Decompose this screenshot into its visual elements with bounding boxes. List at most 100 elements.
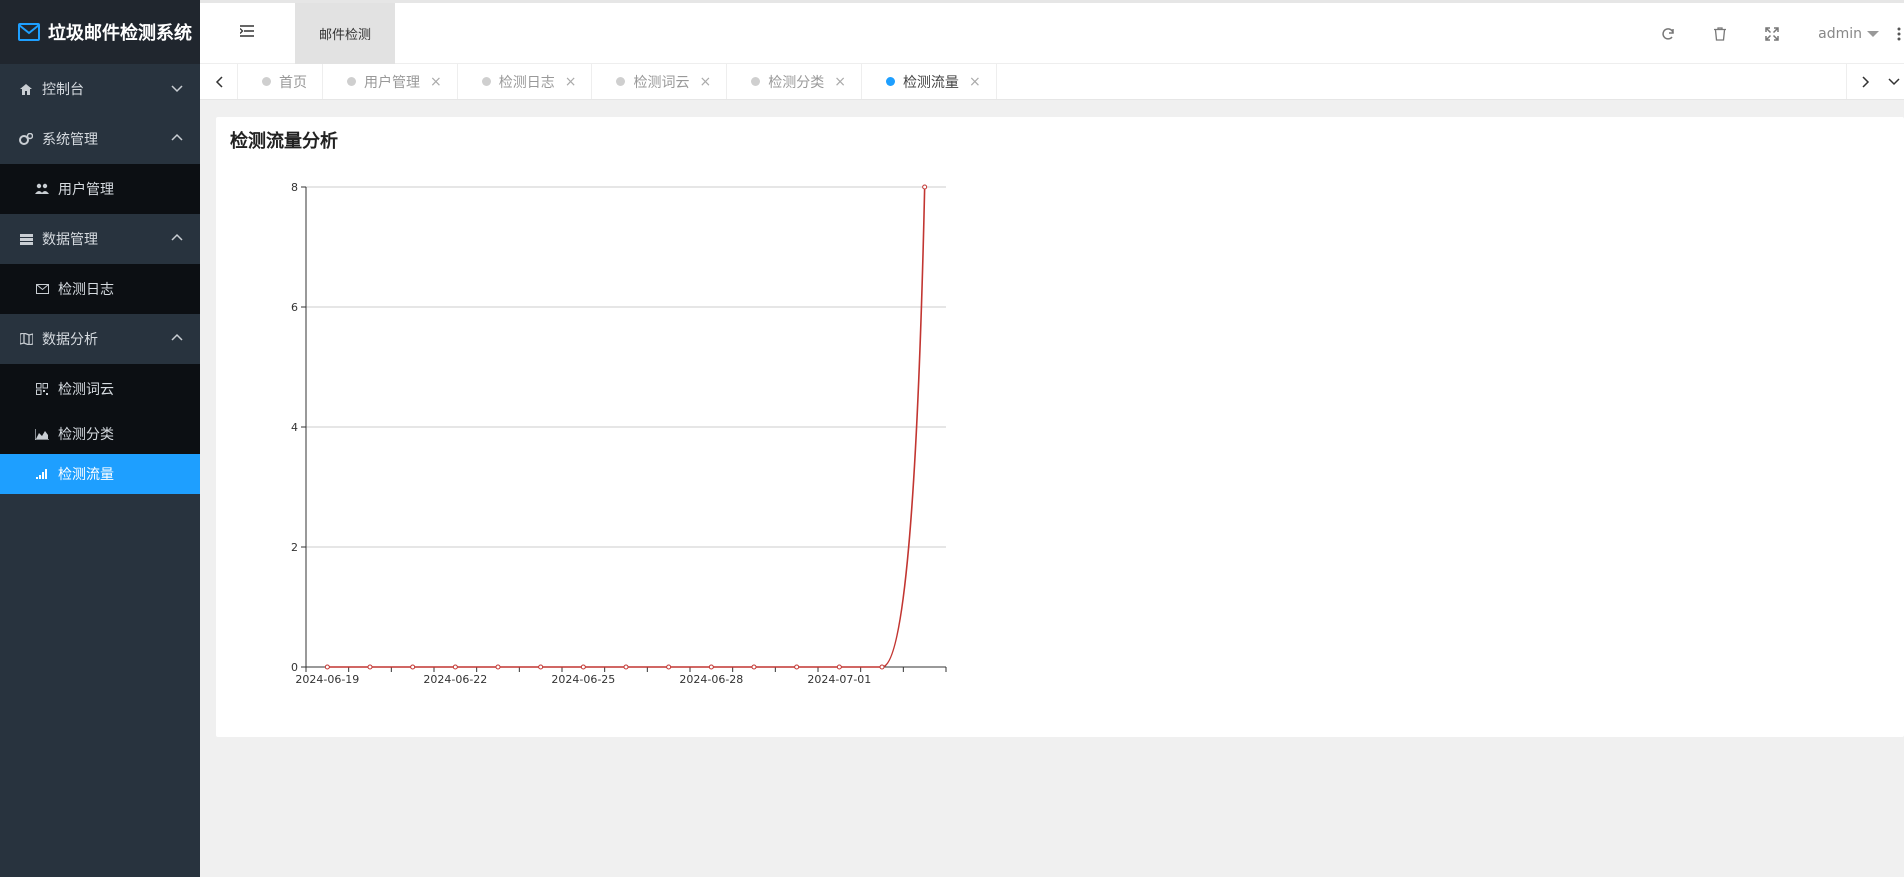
close-icon[interactable]: × [834, 74, 846, 90]
sidebar-item-label: 数据管理 [42, 232, 98, 248]
area-chart-icon [34, 426, 50, 442]
sidebar-item-label: 数据分析 [42, 332, 98, 348]
x-tick-label: 2024-06-19 [295, 673, 359, 686]
data-point [367, 664, 373, 670]
tab-traffic[interactable]: 检测流量 × [862, 64, 997, 99]
data-point [580, 664, 586, 670]
header-actions: admin [1642, 3, 1904, 64]
tab-word-cloud[interactable]: 检测词云 × [592, 64, 728, 99]
chevron-up-icon [171, 133, 183, 141]
sidebar: 垃圾邮件检测系统 控制台 系统管理 用户管理 数据管理 检测日志 数据分析 检测… [0, 0, 200, 877]
envelope-logo-icon [18, 23, 40, 41]
menu-toggle-icon[interactable] [239, 25, 256, 41]
chevron-up-icon [171, 333, 183, 341]
fullscreen-icon[interactable] [1746, 26, 1798, 41]
y-tick-label: 6 [291, 301, 298, 314]
x-tick-label: 2024-07-01 [807, 673, 871, 686]
close-icon[interactable]: × [969, 74, 981, 90]
x-tick-label: 2024-06-22 [423, 673, 487, 686]
refresh-icon[interactable] [1642, 27, 1694, 41]
submenu-data: 检测日志 [0, 264, 200, 314]
tab-label: 检测流量 [902, 74, 959, 91]
tab-dropdown-icon[interactable] [1884, 64, 1904, 99]
data-point [666, 664, 672, 670]
tab-dot [885, 77, 895, 86]
sidebar-item-dashboard[interactable]: 控制台 [0, 64, 200, 114]
tab-detect-log[interactable]: 检测日志 × [458, 64, 593, 99]
sidebar-item-label: 检测日志 [58, 282, 114, 298]
data-point [922, 184, 928, 190]
tab-home[interactable]: 首页 [238, 64, 323, 99]
data-point [495, 664, 501, 670]
y-tick-label: 8 [291, 181, 298, 194]
envelope-icon [34, 281, 50, 297]
traffic-card: 检测流量分析 0 2 4 6 8 2024-06-19 2024-06-22 2024-06-… [216, 117, 1904, 737]
users-icon [34, 181, 50, 197]
data-point [708, 664, 714, 670]
tab-scroll-left-icon[interactable] [200, 64, 238, 99]
user-name: admin [1818, 25, 1862, 42]
tab-scroll-right-icon[interactable] [1846, 64, 1884, 99]
data-point [538, 664, 544, 670]
data-point [324, 664, 330, 670]
y-tick-label: 2 [291, 541, 298, 554]
submenu-system: 用户管理 [0, 164, 200, 214]
sidebar-item-classify[interactable]: 检测分类 [0, 414, 200, 454]
close-icon[interactable]: × [430, 74, 442, 90]
data-point [751, 664, 757, 670]
close-icon[interactable]: × [565, 74, 577, 90]
server-icon [18, 231, 34, 247]
tab-bar: 首页 用户管理 × 检测日志 × 检测词云 × 检测分类 × 检测流量 × [200, 64, 1904, 100]
caret-down-icon [1867, 30, 1879, 37]
traffic-line-chart: 024682024-06-19 2024-06-22 2024-06-25 2024-… [291, 181, 947, 686]
data-point [452, 664, 458, 670]
data-point [623, 664, 629, 670]
sidebar-item-label: 控制台 [42, 82, 84, 98]
more-vertical-icon[interactable] [1894, 27, 1904, 41]
tab-users[interactable]: 用户管理 × [323, 64, 458, 99]
data-point [879, 664, 885, 670]
sidebar-item-label: 检测流量 [58, 467, 114, 483]
tab-dot [262, 77, 271, 86]
tab-label: 检测词云 [633, 74, 690, 91]
tab-label: 检测分类 [768, 74, 825, 91]
sidebar-item-label: 用户管理 [58, 182, 114, 198]
sidebar-item-label: 检测分类 [58, 427, 114, 443]
sidebar-item-users[interactable]: 用户管理 [0, 164, 200, 214]
breadcrumb[interactable]: 邮件检测 [295, 3, 395, 64]
user-menu[interactable]: admin [1818, 26, 1880, 42]
sidebar-item-label: 检测词云 [58, 382, 114, 398]
grid-icon [34, 381, 50, 397]
tab-dot [751, 77, 761, 86]
y-tick-label: 4 [291, 421, 298, 434]
tab-label: 检测日志 [498, 74, 555, 91]
close-icon[interactable]: × [699, 74, 711, 90]
tab-label: 首页 [279, 74, 307, 91]
submenu-analysis: 检测词云 检测分类 检测流量 [0, 364, 200, 494]
tab-strip: 首页 用户管理 × 检测日志 × 检测词云 × 检测分类 × 检测流量 × [238, 64, 1846, 99]
tab-dot [347, 77, 356, 86]
x-tick-label: 2024-06-25 [551, 673, 615, 686]
tab-dot [481, 77, 491, 86]
sidebar-item-word-cloud[interactable]: 检测词云 [0, 364, 200, 414]
tab-label: 用户管理 [364, 74, 420, 91]
app-logo[interactable]: 垃圾邮件检测系统 [0, 0, 200, 64]
signal-icon [34, 466, 50, 482]
home-icon [18, 81, 34, 97]
sidebar-item-detect-log[interactable]: 检测日志 [0, 264, 200, 314]
tab-classify[interactable]: 检测分类 × [727, 64, 862, 99]
chevron-up-icon [171, 233, 183, 241]
data-point [410, 664, 416, 670]
trash-icon[interactable] [1694, 26, 1746, 41]
map-icon [18, 331, 34, 347]
app-title: 垃圾邮件检测系统 [48, 23, 192, 44]
sidebar-item-analysis[interactable]: 数据分析 [0, 314, 200, 364]
top-header: 邮件检测 admin [200, 0, 1904, 64]
data-point [794, 664, 800, 670]
sidebar-item-label: 系统管理 [42, 132, 98, 148]
sidebar-item-data[interactable]: 数据管理 [0, 214, 200, 264]
sidebar-item-traffic[interactable]: 检测流量 [0, 454, 200, 494]
sidebar-item-system[interactable]: 系统管理 [0, 114, 200, 164]
chevron-down-icon [171, 85, 183, 93]
gears-icon [18, 131, 34, 147]
